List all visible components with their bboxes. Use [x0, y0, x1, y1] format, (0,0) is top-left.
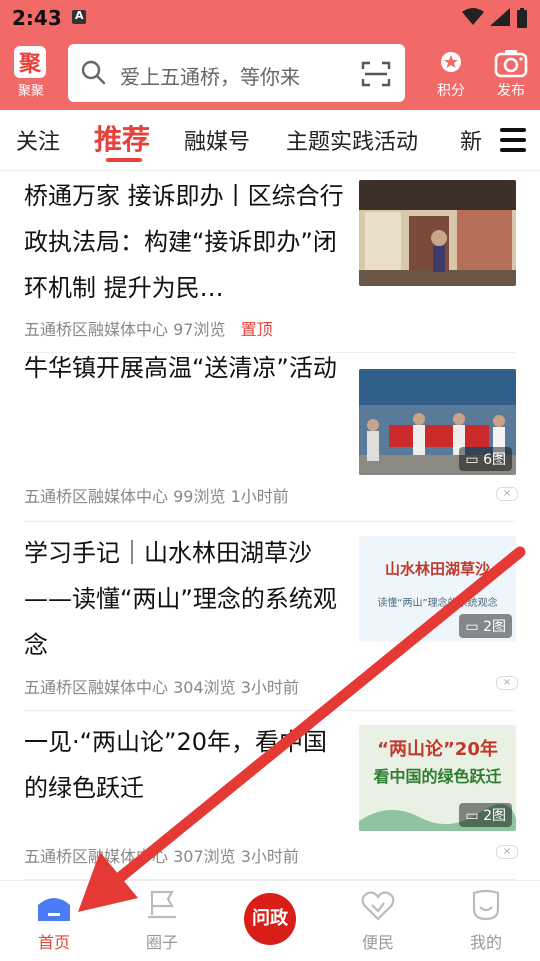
publish-label: 发布: [497, 83, 525, 99]
bottom-navigation: 首页 圈子 问政 便民 我的: [0, 880, 540, 961]
image-count-badge: ▭ 6图: [459, 447, 512, 471]
news-time: 1小时前: [230, 487, 289, 506]
top-bar: 聚 聚聚 爱上五通桥，等你来 积分 发布: [0, 36, 540, 110]
dismiss-icon[interactable]: ×: [496, 676, 518, 690]
search-placeholder: 爱上五通桥，等你来: [120, 65, 300, 89]
news-views: 97浏览: [173, 320, 226, 339]
tab-follow[interactable]: 关注: [16, 124, 60, 156]
news-thumbnail: ▭ 6图: [359, 369, 516, 475]
logo-label: 聚聚: [17, 84, 44, 99]
news-views: 99浏览: [173, 487, 226, 506]
image-count-badge: ▭ 2图: [459, 803, 512, 827]
pinned-tag: 置顶: [240, 320, 273, 339]
category-tabs: 关注 推荐 融媒号 主题实践活动 新: [0, 110, 540, 171]
search-bar[interactable]: 爱上五通桥，等你来: [68, 44, 405, 102]
svg-text:聚: 聚: [18, 52, 42, 77]
news-time: 3小时前: [240, 847, 299, 866]
news-title: 牛华镇开展高温“送清凉”活动: [24, 354, 337, 382]
nav-circle[interactable]: 圈子: [127, 887, 197, 952]
wenzheng-button[interactable]: 问政: [244, 893, 296, 945]
image-icon: ▭: [465, 808, 484, 824]
news-thumbnail: 山水林田湖草沙 读懂“两山”理念的系统观念 ▭ 2图: [359, 536, 516, 642]
points-icon: [441, 52, 461, 72]
thumbnail-subheading: 读懂“两山”理念的系统观念: [377, 598, 498, 609]
tab-media-accounts[interactable]: 融媒号: [184, 124, 250, 156]
news-thumbnail: “两山论”20年 看中国的绿色跃迁 ▭ 2图: [359, 725, 516, 831]
image-count: 2图: [483, 619, 506, 635]
search-icon: [81, 60, 106, 85]
nav-home-label: 首页: [37, 933, 70, 952]
points-label: 积分: [437, 83, 465, 99]
news-source: 五通桥区融媒体中心: [24, 847, 169, 866]
news-meta: 五通桥区融媒体中心 304浏览 3小时前: [24, 674, 299, 698]
status-bar: 2:43 A: [0, 0, 540, 36]
handshake-heart-icon: [361, 891, 395, 921]
nav-convenience[interactable]: 便民: [343, 887, 413, 952]
news-feed: 桥通万家 接诉即办丨区综合行政执法局：构建“接诉即办”闭环机制 提升为民… 五通…: [0, 171, 540, 880]
thumbnail-heading: “两山论”20年: [377, 739, 498, 760]
tab-theme-activities[interactable]: 主题实践活动: [286, 124, 418, 156]
smile-icon: [472, 889, 500, 921]
home-icon: [38, 898, 70, 921]
thumbnail-subheading: 看中国的绿色跃迁: [373, 767, 502, 786]
nav-convenience-label: 便民: [361, 933, 394, 952]
news-title: 学习手记｜山水林田湖草沙——读懂“两山”理念的系统观念: [24, 539, 337, 659]
app-logo-icon[interactable]: 聚: [14, 46, 46, 78]
thumbnail-heading: 山水林田湖草沙: [384, 560, 490, 578]
news-time: 3小时前: [240, 678, 299, 697]
news-item[interactable]: 牛华镇开展高温“送清凉”活动 五通桥区融媒体中心 99浏览 1小时前 ▭ 6图 …: [24, 353, 518, 522]
nav-profile[interactable]: 我的: [451, 887, 521, 952]
news-meta: 五通桥区融媒体中心 97浏览 置顶: [24, 316, 273, 340]
news-title: 一见·“两山论”20年，看中国的绿色跃迁: [24, 728, 328, 802]
news-views: 307浏览: [173, 847, 236, 866]
battery-icon: [517, 8, 527, 28]
app-notification-icon: A: [72, 9, 86, 24]
dismiss-icon[interactable]: ×: [496, 845, 518, 859]
flag-icon: [148, 890, 176, 919]
news-source: 五通桥区融媒体中心: [24, 320, 169, 339]
nav-circle-label: 圈子: [145, 933, 178, 952]
channel-menu-icon[interactable]: [500, 128, 526, 152]
publish-button[interactable]: 发布: [493, 48, 529, 99]
image-count: 6图: [483, 452, 506, 468]
news-item[interactable]: 一见·“两山论”20年，看中国的绿色跃迁 五通桥区融媒体中心 307浏览 3小时…: [24, 711, 518, 880]
image-icon: ▭: [465, 619, 484, 635]
news-source: 五通桥区融媒体中心: [24, 487, 169, 506]
news-meta: 五通桥区融媒体中心 307浏览 3小时前: [24, 843, 299, 867]
image-count: 2图: [483, 808, 506, 824]
news-views: 304浏览: [173, 678, 236, 697]
news-item[interactable]: 桥通万家 接诉即办丨区综合行政执法局：构建“接诉即办”闭环机制 提升为民… 五通…: [24, 171, 516, 353]
news-meta: 五通桥区融媒体中心 99浏览 1小时前: [24, 483, 289, 507]
camera-icon: [494, 50, 528, 78]
news-title: 桥通万家 接诉即办丨区综合行政执法局：构建“接诉即办”闭环机制 提升为民…: [24, 182, 344, 302]
news-item[interactable]: 学习手记｜山水林田湖草沙——读懂“两山”理念的系统观念 五通桥区融媒体中心 30…: [24, 522, 518, 711]
nav-profile-label: 我的: [469, 933, 502, 952]
image-count-badge: ▭ 2图: [459, 614, 512, 638]
dismiss-icon[interactable]: ×: [496, 487, 518, 501]
points-button[interactable]: 积分: [433, 50, 469, 99]
news-source: 五通桥区融媒体中心: [24, 678, 169, 697]
wifi-icon: [462, 8, 484, 25]
tab-recommend[interactable]: 推荐: [94, 118, 150, 158]
active-tab-indicator: [106, 158, 142, 162]
tab-new[interactable]: 新: [460, 124, 482, 156]
image-icon: ▭: [465, 452, 484, 468]
signal-icon: [490, 8, 510, 26]
scan-icon[interactable]: [361, 60, 391, 88]
nav-home[interactable]: 首页: [19, 887, 89, 952]
app-badge-text: A: [75, 9, 84, 22]
status-time: 2:43: [12, 6, 62, 30]
news-thumbnail: [359, 180, 516, 286]
